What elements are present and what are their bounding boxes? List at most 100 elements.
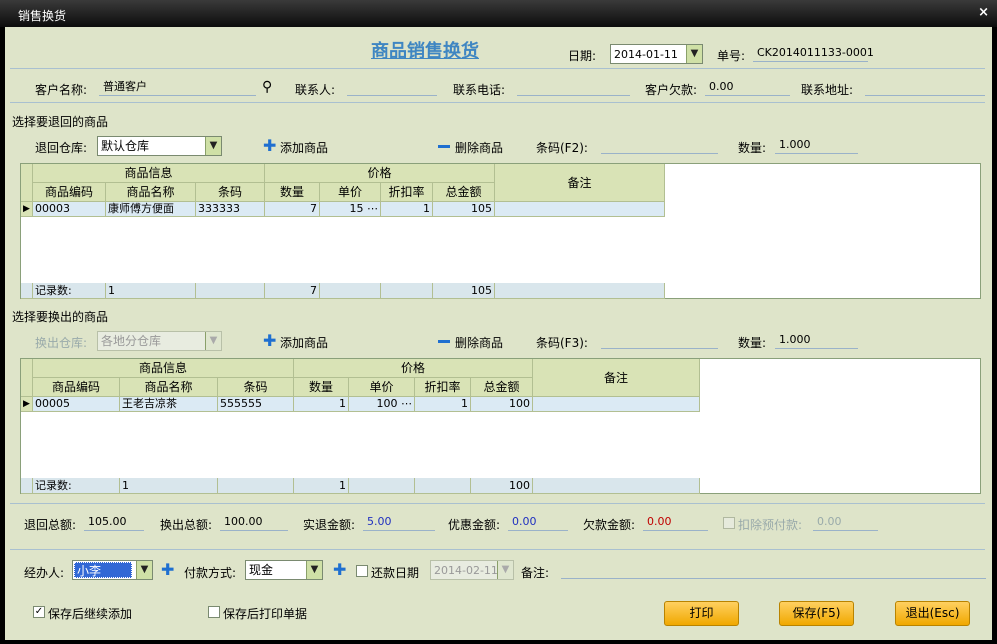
exchange-barcode-label: 条码(F3): bbox=[536, 336, 588, 350]
cell-code[interactable]: 00005 bbox=[33, 397, 120, 412]
cell-unit[interactable]: 100 ⋯ bbox=[349, 397, 415, 412]
cell-qty[interactable]: 7 bbox=[265, 202, 320, 217]
column-header[interactable]: 商品编码 bbox=[33, 378, 120, 397]
exchange-qty-field[interactable]: 1.000 bbox=[775, 331, 858, 349]
customer-name-field[interactable]: 普通客户 bbox=[99, 78, 256, 96]
ellipsis-icon[interactable]: ⋯ bbox=[401, 397, 412, 410]
return-total-field[interactable]: 105.00 bbox=[84, 513, 144, 531]
column-header[interactable]: 数量 bbox=[265, 183, 320, 202]
exchange-table[interactable]: 商品信息 价格 备注 商品编码 商品名称 条码 数量 单价 折扣率 总金额 ▶ … bbox=[20, 358, 981, 494]
add-agent-icon[interactable]: ✚ bbox=[161, 562, 174, 578]
save-button[interactable]: 保存(F5) bbox=[779, 601, 854, 626]
cell-unit-value: 100 bbox=[376, 397, 398, 410]
column-header[interactable]: 备注 bbox=[495, 164, 665, 202]
footer-label: 记录数: bbox=[33, 478, 120, 494]
group-header: 商品信息 bbox=[33, 164, 265, 183]
exit-button[interactable]: 退出(Esc) bbox=[895, 601, 970, 626]
chevron-down-icon[interactable]: ▼ bbox=[306, 561, 322, 579]
row-header-corner bbox=[21, 164, 33, 202]
add-payment-icon[interactable]: ✚ bbox=[333, 562, 346, 578]
plus-icon[interactable]: ✚ bbox=[263, 333, 276, 349]
cell-discount[interactable]: 1 bbox=[415, 397, 471, 412]
note-field[interactable] bbox=[561, 561, 986, 579]
chevron-down-icon[interactable]: ▼ bbox=[205, 137, 221, 155]
address-field[interactable] bbox=[865, 78, 985, 96]
cell-note[interactable] bbox=[495, 202, 665, 217]
chevron-down-icon[interactable]: ▼ bbox=[497, 561, 513, 579]
owe-field[interactable]: 0.00 bbox=[643, 513, 708, 531]
cell-name[interactable]: 王老吉凉茶 bbox=[120, 397, 218, 412]
chevron-down-icon[interactable]: ▼ bbox=[205, 332, 221, 350]
column-header[interactable]: 单价 bbox=[349, 378, 415, 397]
discount-field[interactable]: 0.00 bbox=[508, 513, 568, 531]
return-barcode-field[interactable] bbox=[601, 136, 718, 154]
continue-checkbox[interactable]: ✓ bbox=[33, 606, 45, 618]
date-picker[interactable]: 2014-01-11 ▼ bbox=[610, 44, 703, 64]
column-header[interactable]: 总金额 bbox=[471, 378, 533, 397]
order-label: 单号: bbox=[717, 49, 746, 63]
return-qty-field[interactable]: 1.000 bbox=[775, 136, 858, 154]
return-warehouse-select[interactable]: 默认仓库 ▼ bbox=[97, 136, 222, 156]
cell-barcode[interactable]: 555555 bbox=[218, 397, 294, 412]
print-checkbox[interactable] bbox=[208, 606, 220, 618]
debt-label: 客户欠款: bbox=[645, 83, 698, 97]
column-header[interactable]: 折扣率 bbox=[381, 183, 433, 202]
footer-cell bbox=[495, 283, 665, 299]
column-header[interactable]: 商品编码 bbox=[33, 183, 106, 202]
return-delete-button[interactable]: 删除商品 bbox=[455, 139, 503, 156]
exchange-delete-button[interactable]: 删除商品 bbox=[455, 334, 503, 351]
close-icon[interactable]: × bbox=[978, 5, 989, 20]
discount-label: 优惠金额: bbox=[448, 518, 501, 532]
deduct-field[interactable]: 0.00 bbox=[813, 513, 878, 531]
plus-icon[interactable]: ✚ bbox=[263, 138, 276, 154]
cell-discount[interactable]: 1 bbox=[381, 202, 433, 217]
chevron-down-icon[interactable]: ▼ bbox=[686, 45, 702, 63]
ellipsis-icon[interactable]: ⋯ bbox=[367, 202, 378, 215]
column-header[interactable]: 单价 bbox=[320, 183, 381, 202]
cell-total[interactable]: 100 bbox=[471, 397, 533, 412]
customer-name-label: 客户名称: bbox=[35, 83, 88, 97]
binoculars-icon[interactable]: ⚲ bbox=[262, 79, 272, 95]
cell-note[interactable] bbox=[533, 397, 700, 412]
cell-barcode[interactable]: 333333 bbox=[196, 202, 265, 217]
agent-select[interactable]: 小李 ▼ bbox=[72, 560, 153, 580]
column-header[interactable]: 商品名称 bbox=[120, 378, 218, 397]
minus-icon[interactable] bbox=[438, 340, 450, 343]
phone-field[interactable] bbox=[517, 78, 630, 96]
cell-code[interactable]: 00003 bbox=[33, 202, 106, 217]
print-button[interactable]: 打印 bbox=[664, 601, 739, 626]
column-header[interactable]: 商品名称 bbox=[106, 183, 196, 202]
exchange-warehouse-select[interactable]: 各地分仓库 ▼ bbox=[97, 331, 222, 351]
column-header[interactable]: 总金额 bbox=[433, 183, 495, 202]
column-header[interactable]: 折扣率 bbox=[415, 378, 471, 397]
contact-field[interactable] bbox=[347, 78, 437, 96]
column-header[interactable]: 数量 bbox=[294, 378, 349, 397]
order-number-field[interactable]: CK2014011133-0001 bbox=[753, 44, 874, 62]
exchange-barcode-field[interactable] bbox=[601, 331, 718, 349]
column-header[interactable]: 备注 bbox=[533, 359, 700, 397]
repay-checkbox[interactable] bbox=[356, 565, 368, 577]
cell-name[interactable]: 康师傅方便面 bbox=[106, 202, 196, 217]
repay-date-picker[interactable]: 2014-02-11 ▼ bbox=[430, 560, 514, 580]
footer-cell bbox=[533, 478, 700, 494]
minus-icon[interactable] bbox=[438, 145, 450, 148]
cell-total[interactable]: 105 bbox=[433, 202, 495, 217]
footer-cell bbox=[218, 478, 294, 494]
cell-unit[interactable]: 15 ⋯ bbox=[320, 202, 381, 217]
deduct-checkbox[interactable] bbox=[723, 517, 735, 529]
divider bbox=[10, 68, 985, 69]
footer-corner bbox=[21, 478, 33, 494]
payment-method-select[interactable]: 现金 ▼ bbox=[245, 560, 323, 580]
return-table[interactable]: 商品信息 价格 备注 商品编码 商品名称 条码 数量 单价 折扣率 总金额 ▶ … bbox=[20, 163, 981, 299]
return-add-button[interactable]: 添加商品 bbox=[280, 139, 328, 156]
chevron-down-icon[interactable]: ▼ bbox=[136, 561, 152, 579]
column-header[interactable]: 条码 bbox=[218, 378, 294, 397]
exchange-add-button[interactable]: 添加商品 bbox=[280, 334, 328, 351]
refund-field[interactable]: 5.00 bbox=[363, 513, 435, 531]
exchange-total-field[interactable]: 100.00 bbox=[220, 513, 288, 531]
date-label: 日期: bbox=[568, 49, 597, 63]
row-header-corner bbox=[21, 359, 33, 397]
debt-field[interactable]: 0.00 bbox=[705, 78, 790, 96]
cell-qty[interactable]: 1 bbox=[294, 397, 349, 412]
column-header[interactable]: 条码 bbox=[196, 183, 265, 202]
